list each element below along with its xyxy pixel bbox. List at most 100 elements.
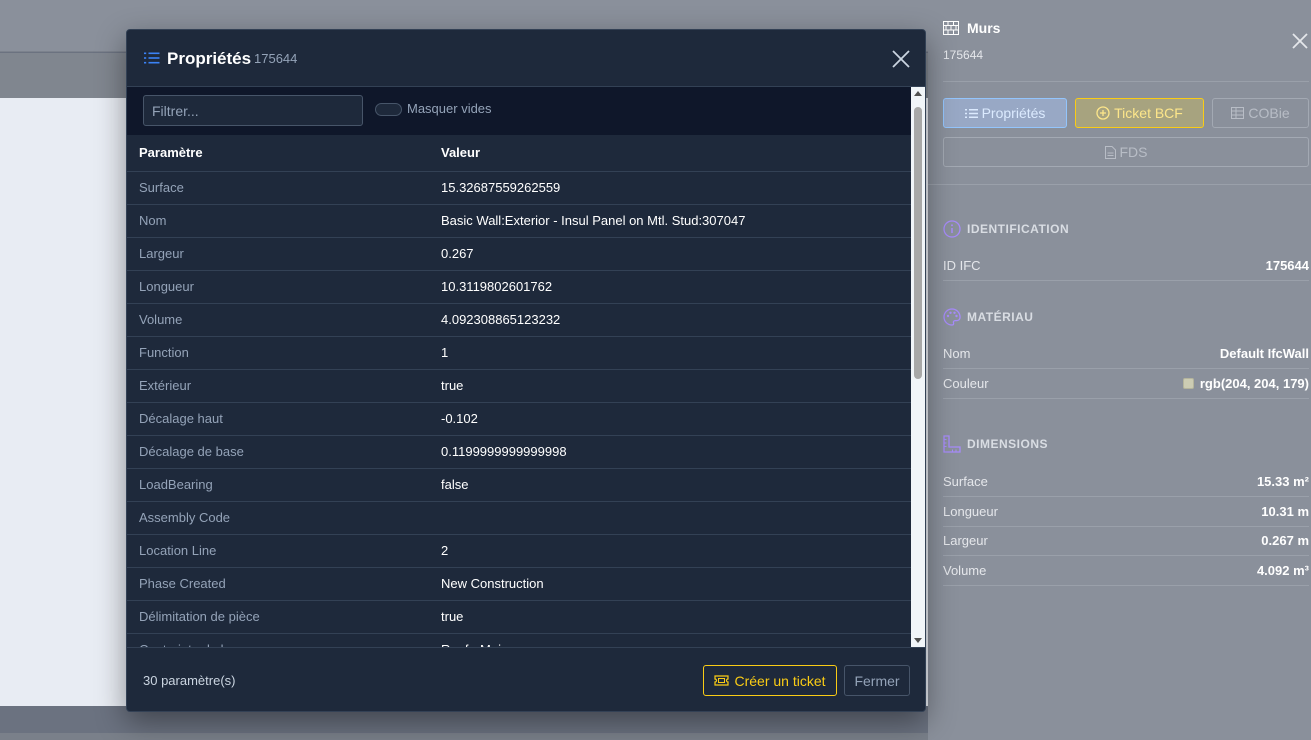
param-cell: Surface <box>127 171 441 205</box>
table-row: Location Line 2 <box>127 534 911 568</box>
side-cobie-button[interactable]: COBie <box>1212 98 1309 128</box>
param-cell: Function <box>127 336 441 370</box>
table-row: Assembly Code <box>127 501 911 535</box>
param-cell: Largeur <box>127 237 441 271</box>
properties-modal: Propriétés 175644 Masquer vides Paramètr… <box>126 29 926 712</box>
table-row: Function 1 <box>127 336 911 370</box>
param-cell: Phase Created <box>127 567 441 601</box>
palette-icon <box>943 308 961 326</box>
table-row: Phase Created New Construction <box>127 567 911 601</box>
modal-title: Propriétés <box>167 49 252 68</box>
side-ticket-bcf-button[interactable]: Ticket BCF <box>1075 98 1204 128</box>
side-fds-button[interactable]: FDS <box>943 137 1309 167</box>
param-cell: Assembly Code <box>127 501 441 535</box>
value-cell: Basic Wall:Exterior - Insul Panel on Mtl… <box>441 204 911 238</box>
column-header-value[interactable]: Valeur <box>441 135 911 172</box>
param-cell: Longueur <box>127 270 441 304</box>
value-cell: true <box>441 600 911 634</box>
value-cell: -0.102 <box>441 402 911 436</box>
list-icon <box>144 52 160 64</box>
hide-empty-toggle[interactable] <box>375 103 402 116</box>
side-properties-button-label: Propriétés <box>981 105 1046 121</box>
dimension-value: 0.267 m <box>1261 533 1309 548</box>
modal-element-id: 175644 <box>254 51 298 66</box>
scroll-up-arrow-icon[interactable] <box>914 91 922 96</box>
dimension-row: Longueur 10.31 m <box>943 498 1309 527</box>
column-header-parameter[interactable]: Paramètre <box>127 135 441 172</box>
value-cell <box>441 501 911 535</box>
create-ticket-button-label: Créer un ticket <box>734 672 826 689</box>
side-properties-button[interactable]: Propriétés <box>943 98 1067 128</box>
param-cell: Décalage de base <box>127 435 441 469</box>
dimension-value: 4.092 m³ <box>1256 563 1309 578</box>
modal-close-icon[interactable] <box>889 47 913 71</box>
table-row: Longueur 10.3119802601762 <box>127 270 911 304</box>
ifc-id-row: ID IFC 175644 <box>943 252 1309 281</box>
dimension-label: Longueur <box>943 504 998 519</box>
value-cell: New Construction <box>441 567 911 601</box>
filter-bar: Masquer vides <box>127 87 911 135</box>
ifc-id-label: ID IFC <box>943 258 981 273</box>
value-cell: 0.267 <box>441 237 911 271</box>
table-scrollbar[interactable] <box>911 87 925 647</box>
filter-input[interactable] <box>143 95 363 126</box>
dimension-value: 15.33 m² <box>1256 474 1309 489</box>
table-row: Volume 4.092308865123232 <box>127 303 911 337</box>
material-color-value-wrap: rgb(204, 204, 179) <box>1182 376 1309 391</box>
dimensions-heading-label: DIMENSIONS <box>967 437 1049 451</box>
value-cell: 4.092308865123232 <box>441 303 911 337</box>
side-divider <box>928 184 1311 185</box>
side-panel-element-id: 175644 <box>943 48 984 62</box>
scroll-down-arrow-icon[interactable] <box>914 638 922 643</box>
ticket-icon <box>714 675 730 686</box>
material-heading: MATÉRIAU <box>943 308 1033 326</box>
dimensions-heading: DIMENSIONS <box>943 435 1048 453</box>
dimension-label: Largeur <box>943 533 988 548</box>
table-row: Contrainte de baseRoof - Main <box>127 633 911 647</box>
param-cell: Délimitation de pièce <box>127 600 441 634</box>
close-button[interactable]: Fermer <box>844 665 910 696</box>
value-cell: 2 <box>441 534 911 568</box>
modal-header: Propriétés 175644 <box>127 30 925 87</box>
app-statusbar <box>0 733 930 740</box>
dimension-row: Surface 15.33 m² <box>943 468 1309 497</box>
ruler-icon <box>943 435 961 453</box>
dimension-row: Volume 4.092 m³ <box>943 557 1309 586</box>
parameter-count: 30 paramètre(s) <box>143 673 236 688</box>
material-name-value: Default IfcWall <box>1219 346 1309 361</box>
param-cell: Contrainte de base <box>127 633 441 647</box>
properties-table-container[interactable]: Paramètre Valeur Surface 15.3268755926255… <box>127 135 911 647</box>
value-cell: 10.3119802601762 <box>441 270 911 304</box>
identification-heading: IDENTIFICATION <box>943 220 1069 238</box>
dimension-row: Largeur 0.267 m <box>943 527 1309 556</box>
param-cell: Décalage haut <box>127 402 441 436</box>
side-cobie-button-label: COBie <box>1248 105 1290 121</box>
modal-footer: 30 paramètre(s) Créer un ticket Fermer <box>127 647 925 711</box>
scrollbar-thumb[interactable] <box>914 107 922 379</box>
param-cell: Location Line <box>127 534 441 568</box>
table-row: Nom Basic Wall:Exterior - Insul Panel on … <box>127 204 911 238</box>
create-ticket-button[interactable]: Créer un ticket <box>703 665 837 696</box>
table-row: Extérieur true <box>127 369 911 403</box>
table-row: Délimitation de pièce true <box>127 600 911 634</box>
value-cell: true <box>441 369 911 403</box>
table-row: Surface 15.32687559262559 <box>127 171 911 205</box>
properties-table: Paramètre Valeur Surface 15.3268755926255… <box>127 135 911 647</box>
dimension-value: 10.31 m <box>1261 504 1309 519</box>
document-icon <box>1104 145 1116 159</box>
material-color-value: rgb(204, 204, 179) <box>1199 376 1309 391</box>
material-heading-label: MATÉRIAU <box>967 310 1034 324</box>
side-panel-close-icon[interactable] <box>1289 30 1311 52</box>
dimension-label: Volume <box>943 563 987 578</box>
material-color-row: Couleur rgb(204, 204, 179) <box>943 370 1309 399</box>
dimension-label: Surface <box>943 474 988 489</box>
plus-circle-icon <box>1096 106 1110 120</box>
material-color-label: Couleur <box>943 376 989 391</box>
list-icon <box>964 108 978 118</box>
wall-icon <box>943 21 959 35</box>
param-cell: Extérieur <box>127 369 441 403</box>
side-fds-button-label: FDS <box>1119 144 1148 160</box>
table-row: Décalage haut -0.102 <box>127 402 911 436</box>
side-ticket-bcf-button-label: Ticket BCF <box>1114 105 1183 121</box>
param-cell: LoadBearing <box>127 468 441 502</box>
